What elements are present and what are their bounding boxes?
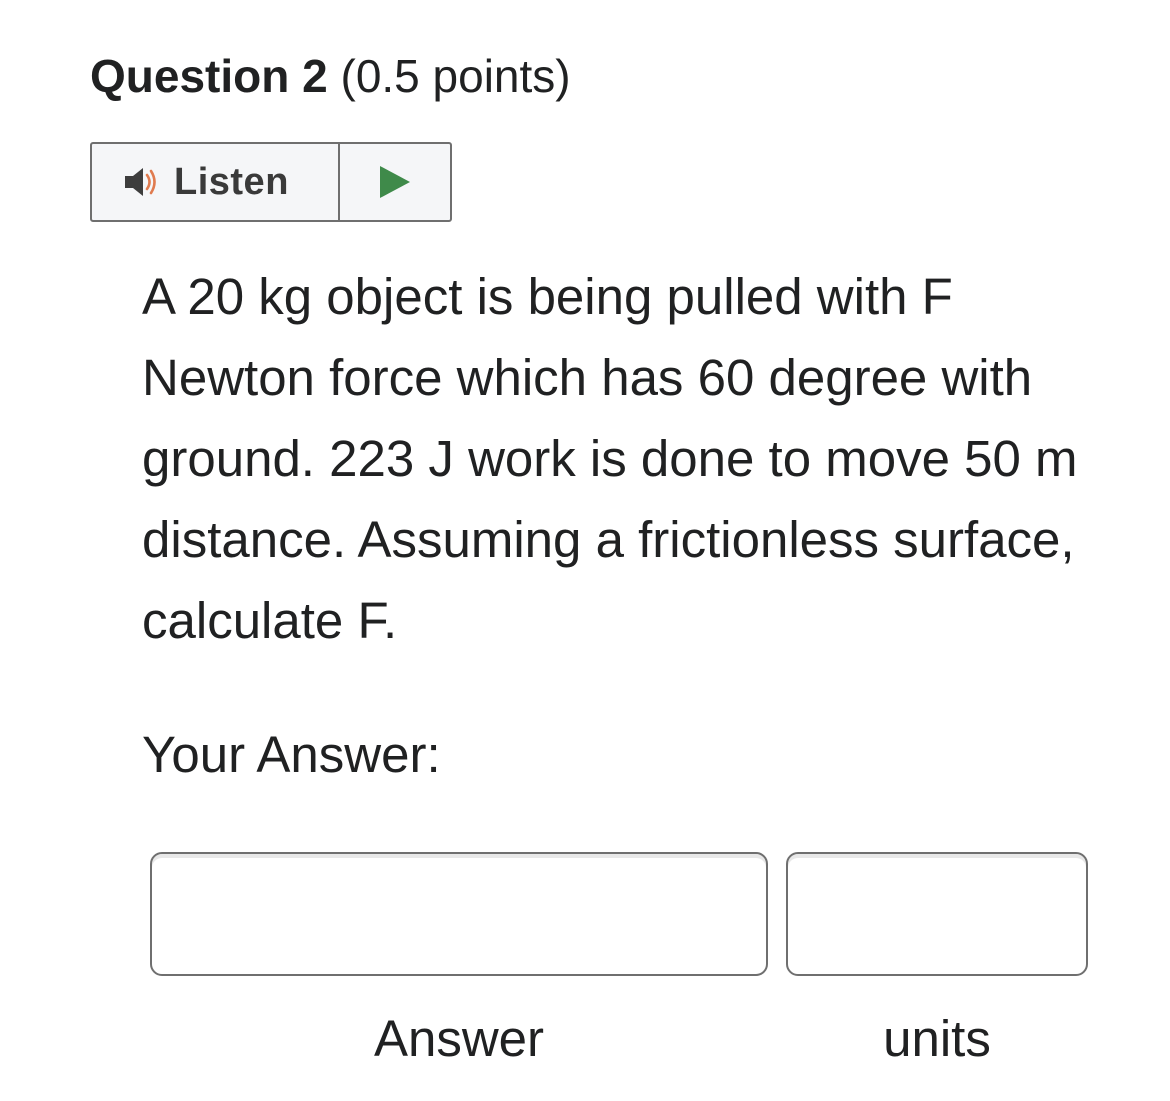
answer-input[interactable] <box>150 852 768 976</box>
answer-caption: Answer <box>373 1010 545 1067</box>
question-header: Question 2 (0.5 points) <box>90 44 571 108</box>
play-icon <box>378 164 412 200</box>
units-input[interactable] <box>786 852 1088 976</box>
your-answer-label: Your Answer: <box>142 726 441 783</box>
question-body-text: A 20 kg object is being pulled with F Ne… <box>142 268 1078 649</box>
play-button[interactable] <box>340 144 450 220</box>
listen-label: Listen <box>174 160 289 203</box>
units-caption: units <box>883 1010 991 1067</box>
listen-button[interactable]: Listen <box>92 144 340 220</box>
speaker-icon <box>122 162 162 202</box>
listen-widget: Listen <box>90 142 452 222</box>
question-points: (0.5 points) <box>340 50 571 102</box>
question-title: Question 2 <box>90 50 328 102</box>
